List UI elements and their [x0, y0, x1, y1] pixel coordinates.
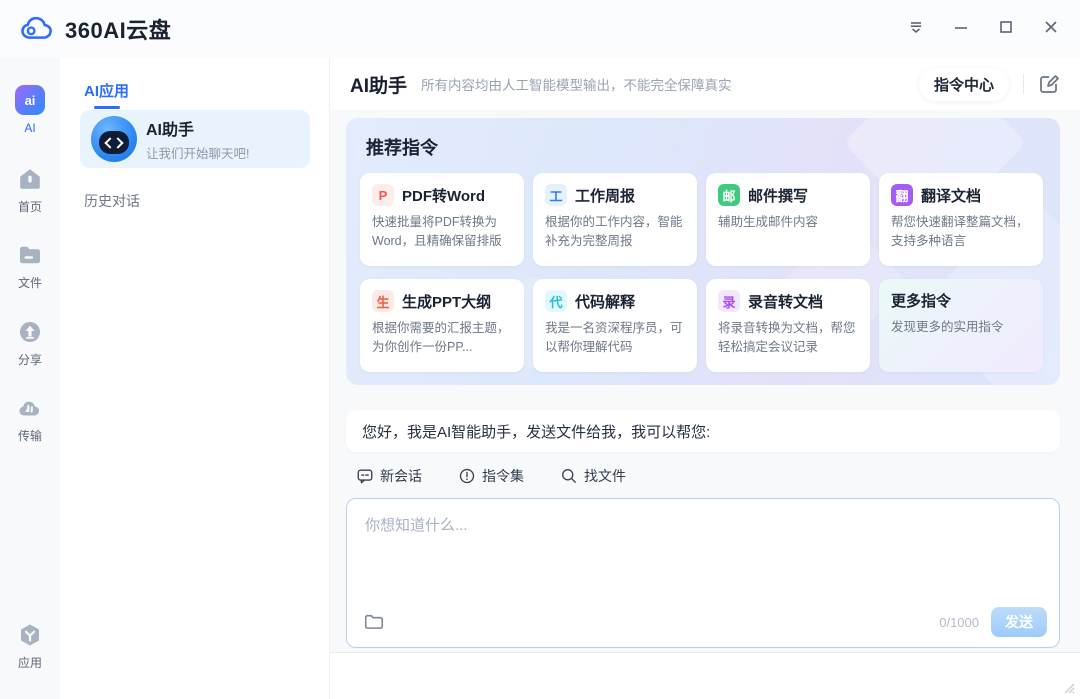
card-title: 代码解释: [575, 291, 635, 312]
find-file-button[interactable]: 找文件: [560, 466, 626, 486]
main-header: AI助手 所有内容均由人工智能模型输出，不能完全保障真实 指令中心: [330, 58, 1080, 110]
apps-hexagon-icon: [17, 622, 43, 648]
card-code-explain[interactable]: 代 代码解释 我是一名资深程序员，可以帮你理解代码: [533, 279, 697, 372]
tab-label: AI应用: [84, 83, 129, 100]
sidebar-item-ai[interactable]: ai AI: [0, 85, 60, 135]
card-title: PDF转Word: [402, 185, 485, 206]
sidebar-item-label: 首页: [18, 198, 42, 215]
translate-badge-icon: 翻: [891, 184, 913, 206]
chat-toolbar: 新会话 指令集 找文件: [356, 466, 626, 486]
sidebar: ai AI 首页 文件 分享 传输 应用: [0, 58, 60, 699]
page-title: AI助手: [350, 71, 407, 98]
card-title: 工作周报: [575, 185, 635, 206]
char-counter: 0/1000: [939, 615, 979, 630]
generate-badge-icon: 生: [372, 290, 394, 312]
card-title: 翻译文档: [921, 185, 981, 206]
card-weekly-report[interactable]: 工 工作周报 根据你的工作内容，智能补充为完整周报: [533, 173, 697, 266]
record-badge-icon: 录: [718, 290, 740, 312]
card-desc: 发现更多的实用指令: [891, 318, 1031, 337]
ai-badge-icon: ai: [15, 85, 45, 115]
cloud-logo-icon: [20, 15, 56, 43]
card-title: 生成PPT大纲: [402, 291, 491, 312]
share-upload-icon: [17, 319, 43, 345]
card-translate-doc[interactable]: 翻 翻译文档 帮您快速翻译整篇文档，支持多种语言: [879, 173, 1043, 266]
app-title: 360AI云盘: [65, 13, 171, 45]
tab-active-underline: [94, 106, 120, 109]
code-badge-icon: 代: [545, 290, 567, 312]
bottom-strip: [330, 653, 1080, 699]
assistant-greeting-bubble: 您好，我是AI智能助手，发送文件给我，我可以帮您:: [346, 410, 1060, 452]
message-input[interactable]: [363, 512, 1037, 601]
tool-label: 找文件: [584, 466, 626, 486]
assistant-subtitle: 让我们开始聊天吧!: [146, 143, 249, 162]
card-title: 录音转文档: [748, 291, 823, 312]
sidebar-item-home[interactable]: 首页: [0, 166, 60, 215]
card-desc: 我是一名资深程序员，可以帮你理解代码: [545, 319, 685, 358]
minimize-icon[interactable]: [952, 18, 970, 36]
info-circle-icon: [458, 467, 476, 485]
new-conversation-button[interactable]: 新会话: [356, 466, 422, 486]
collapse-to-tray-icon[interactable]: [907, 18, 925, 36]
command-cards-grid: P PDF转Word 快速批量将PDF转换为Word，且精确保留排版 工 工作周…: [360, 173, 1043, 372]
card-more-commands[interactable]: 更多指令 发现更多的实用指令: [879, 279, 1043, 372]
chat-bubble-icon: [356, 467, 374, 485]
header-divider: [1023, 74, 1024, 94]
card-desc: 将录音转换为文档，帮您轻松搞定会议记录: [718, 319, 858, 358]
ai-disclaimer: 所有内容均由人工智能模型输出，不能完全保障真实: [421, 74, 732, 94]
card-title: 邮件撰写: [748, 185, 808, 206]
card-email-writing[interactable]: 邮 邮件撰写 辅助生成邮件内容: [706, 173, 870, 266]
send-button[interactable]: 发送: [991, 607, 1047, 637]
recommend-section-title: 推荐指令: [366, 134, 438, 160]
main-content: AI助手 所有内容均由人工智能模型输出，不能完全保障真实 指令中心 推荐指令 P…: [330, 58, 1080, 699]
assistant-title: AI助手: [146, 116, 249, 140]
command-set-button[interactable]: 指令集: [458, 466, 524, 486]
maximize-icon[interactable]: [997, 18, 1015, 36]
ai-apps-panel: AI应用 AI助手 让我们开始聊天吧! 历史对话: [60, 58, 330, 699]
card-desc: 快速批量将PDF转换为Word，且精确保留排版: [372, 213, 512, 252]
app-logo: 360AI云盘: [20, 13, 171, 45]
sidebar-item-label: 文件: [18, 274, 42, 291]
card-desc: 根据你的工作内容，智能补充为完整周报: [545, 213, 685, 252]
work-badge-icon: 工: [545, 184, 567, 206]
card-audio-to-doc[interactable]: 录 录音转文档 将录音转换为文档，帮您轻松搞定会议记录: [706, 279, 870, 372]
card-ppt-outline[interactable]: 生 生成PPT大纲 根据你需要的汇报主题，为你创作一份PP...: [360, 279, 524, 372]
folder-icon: [17, 242, 43, 268]
sidebar-item-apps[interactable]: 应用: [0, 622, 60, 671]
ai-assistant-entry[interactable]: AI助手 让我们开始聊天吧!: [80, 110, 310, 168]
close-icon[interactable]: [1042, 18, 1060, 36]
search-icon: [560, 467, 578, 485]
pdf-badge-icon: P: [372, 184, 394, 206]
card-desc: 根据你需要的汇报主题，为你创作一份PP...: [372, 319, 512, 358]
robot-avatar: [91, 116, 137, 162]
cloud-transfer-icon: [17, 395, 43, 421]
card-title: 更多指令: [891, 290, 951, 311]
card-desc: 帮您快速翻译整篇文档，支持多种语言: [891, 213, 1031, 252]
sidebar-item-label: 传输: [18, 427, 42, 444]
mail-badge-icon: 邮: [718, 184, 740, 206]
tool-label: 指令集: [482, 466, 524, 486]
new-chat-compose-icon[interactable]: [1038, 73, 1060, 95]
history-section-label: 历史对话: [84, 191, 140, 211]
sidebar-item-share[interactable]: 分享: [0, 319, 60, 368]
card-pdf-to-word[interactable]: P PDF转Word 快速批量将PDF转换为Word，且精确保留排版: [360, 173, 524, 266]
window-resize-grip[interactable]: [1061, 680, 1075, 694]
home-icon: [17, 166, 43, 192]
message-composer: 0/1000 发送: [346, 498, 1060, 648]
card-desc: 辅助生成邮件内容: [718, 213, 858, 232]
tool-label: 新会话: [380, 466, 422, 486]
folder-attach-icon[interactable]: [363, 611, 385, 633]
command-center-button[interactable]: 指令中心: [919, 68, 1009, 101]
sidebar-item-label: AI: [24, 121, 35, 135]
sidebar-item-label: 分享: [18, 351, 42, 368]
recommended-commands-banner: 推荐指令 P PDF转Word 快速批量将PDF转换为Word，且精确保留排版 …: [346, 118, 1060, 385]
sidebar-item-transfer[interactable]: 传输: [0, 395, 60, 444]
sidebar-item-label: 应用: [18, 654, 42, 671]
title-bar: 360AI云盘: [0, 0, 1080, 58]
sidebar-item-files[interactable]: 文件: [0, 242, 60, 291]
tab-ai-apps[interactable]: AI应用: [84, 80, 129, 109]
